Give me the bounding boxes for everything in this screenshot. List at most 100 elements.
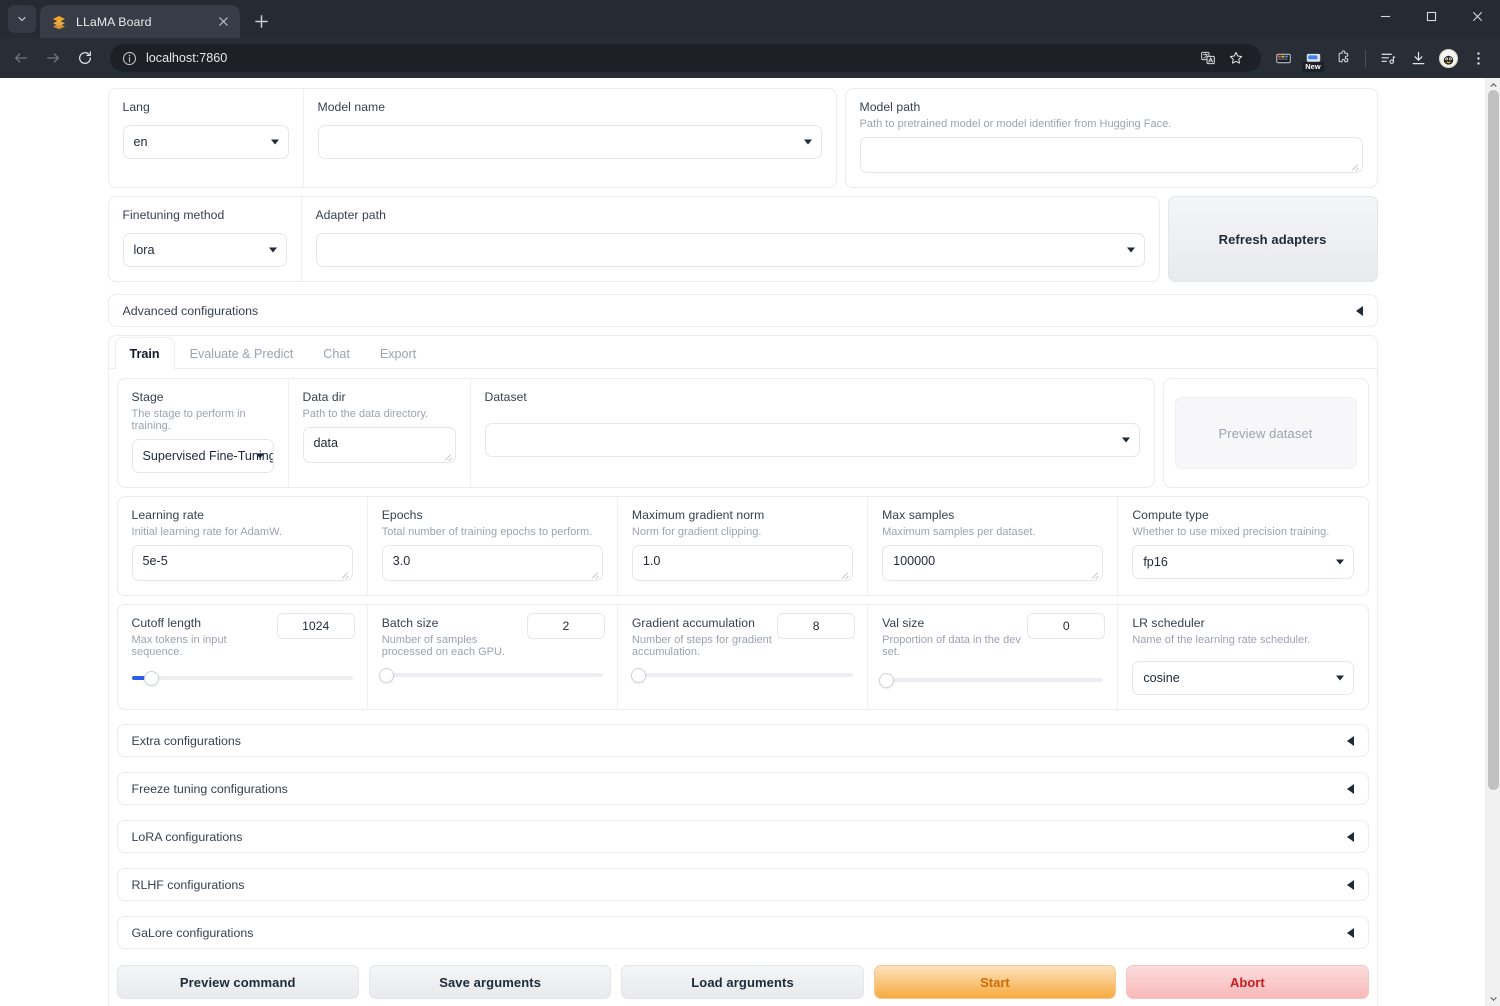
save-arguments-label: Save arguments: [439, 974, 542, 990]
lr-scheduler-cell: LR scheduler Name of the learning rate s…: [1117, 605, 1367, 709]
tab-train[interactable]: Train: [114, 337, 175, 369]
preview-dataset-button[interactable]: Preview dataset: [1174, 397, 1357, 469]
compute-type-dropdown[interactable]: fp16: [1132, 545, 1354, 579]
browser-toolbar: localhost:7860 New: [0, 38, 1500, 78]
stage-cell: Stage The stage to perform in training. …: [118, 379, 288, 487]
model-path-cell: Model path Path to pretrained model or m…: [846, 89, 1377, 187]
reload-button[interactable]: [70, 43, 100, 73]
chevron-down-icon: [1126, 247, 1135, 253]
model-path-card: Model path Path to pretrained model or m…: [844, 88, 1378, 188]
extensions-puzzle-icon[interactable]: [1329, 44, 1357, 72]
data-dir-input[interactable]: data: [302, 427, 456, 463]
lr-scheduler-dropdown[interactable]: cosine: [1132, 661, 1354, 695]
lr-scheduler-label: LR scheduler: [1132, 616, 1205, 630]
model-path-input[interactable]: [859, 137, 1363, 173]
resize-grip-icon: [340, 569, 350, 579]
batch-size-number[interactable]: 2: [526, 613, 605, 639]
resize-grip-icon: [590, 569, 600, 579]
slider-track: [631, 673, 854, 677]
browser-tab[interactable]: LLaMA Board: [40, 5, 240, 38]
resize-grip-icon: [1090, 569, 1100, 579]
profile-avatar[interactable]: [1434, 44, 1462, 72]
max-samples-cell: Max samples Maximum samples per dataset.…: [867, 497, 1117, 595]
close-icon: [218, 17, 228, 26]
tab-evaluate-predict[interactable]: Evaluate & Predict: [175, 337, 309, 369]
data-dir-hint: Path to the data directory.: [302, 408, 429, 420]
slider-thumb[interactable]: [378, 667, 394, 683]
galore-configurations-label: GaLore configurations: [131, 925, 254, 940]
max-grad-norm-label: Maximum gradient norm: [631, 508, 765, 522]
star-icon[interactable]: [1223, 45, 1249, 71]
val-size-slider[interactable]: [879, 670, 1104, 690]
tab-search-button[interactable]: [8, 5, 36, 33]
slider-thumb[interactable]: [631, 667, 647, 683]
scrollbar-thumb[interactable]: [1488, 90, 1499, 790]
address-bar[interactable]: localhost:7860: [110, 44, 1261, 72]
dataset-config-card: Stage The stage to perform in training. …: [116, 378, 1155, 488]
gradient-accumulation-slider[interactable]: [631, 665, 854, 685]
back-button[interactable]: [6, 43, 36, 73]
three-dot-menu-icon[interactable]: [1464, 44, 1492, 72]
preview-command-button[interactable]: Preview command: [116, 965, 359, 999]
lora-configurations-label: LoRA configurations: [131, 829, 243, 844]
val-size-number[interactable]: 0: [1027, 613, 1106, 639]
translate-icon[interactable]: [1195, 45, 1221, 71]
learning-rate-input[interactable]: 5e-5: [131, 545, 353, 581]
save-arguments-button[interactable]: Save arguments: [368, 965, 612, 999]
stage-dropdown[interactable]: Supervised Fine-Tuning: [131, 439, 274, 473]
triangle-left-icon: [1346, 783, 1354, 794]
cutoff-length-number[interactable]: 1024: [276, 613, 355, 639]
refresh-adapters-button[interactable]: Refresh adapters: [1167, 196, 1378, 282]
epochs-label: Epochs: [381, 508, 423, 522]
adapter-path-cell: Adapter path: [300, 197, 1159, 281]
rlhf-configurations-accordion[interactable]: RLHF configurations: [116, 868, 1369, 901]
dataset-dropdown[interactable]: [484, 423, 1140, 457]
forward-button[interactable]: [38, 43, 68, 73]
download-icon[interactable]: [1404, 44, 1432, 72]
batch-size-slider[interactable]: [378, 665, 603, 685]
triangle-left-icon: [1346, 831, 1354, 842]
abort-button[interactable]: Abort: [1126, 965, 1369, 999]
close-window-button[interactable]: [1454, 0, 1500, 32]
stage-hint: The stage to perform in training.: [131, 408, 246, 432]
minimize-window-button[interactable]: [1362, 0, 1408, 32]
lr-scheduler-value: cosine: [1143, 671, 1180, 685]
gradient-accumulation-number[interactable]: 8: [777, 613, 856, 639]
max-grad-norm-input[interactable]: 1.0: [631, 545, 854, 581]
wallet-icon[interactable]: [1269, 44, 1297, 72]
slider-track: [882, 678, 1104, 682]
scroll-down-button[interactable]: [1486, 991, 1500, 1006]
lang-dropdown[interactable]: en: [122, 125, 289, 159]
slider-thumb[interactable]: [144, 670, 160, 686]
slider-thumb[interactable]: [879, 672, 895, 688]
cutoff-length-slider[interactable]: [131, 668, 353, 688]
finetuning-method-dropdown[interactable]: lora: [122, 233, 287, 267]
close-tab-button[interactable]: [214, 13, 232, 31]
shopping-insights-icon[interactable]: New: [1299, 44, 1327, 72]
new-tab-button[interactable]: [247, 7, 275, 35]
tab-chat[interactable]: Chat: [308, 337, 365, 369]
max-samples-input[interactable]: 100000: [882, 545, 1104, 581]
lora-configurations-accordion[interactable]: LoRA configurations: [116, 820, 1369, 853]
load-arguments-button[interactable]: Load arguments: [621, 965, 864, 999]
advanced-configurations-label: Advanced configurations: [122, 303, 259, 318]
epochs-input[interactable]: 3.0: [381, 545, 603, 581]
maximize-window-button[interactable]: [1408, 0, 1454, 32]
max-grad-norm-cell: Maximum gradient norm Norm for gradient …: [616, 497, 867, 595]
compute-type-label: Compute type: [1132, 508, 1209, 522]
stage-label: Stage: [131, 390, 164, 404]
site-info-icon[interactable]: [122, 51, 137, 66]
model-name-dropdown[interactable]: [317, 125, 822, 159]
adapter-path-dropdown[interactable]: [315, 233, 1145, 267]
start-button[interactable]: Start: [873, 965, 1117, 999]
galore-configurations-accordion[interactable]: GaLore configurations: [116, 916, 1369, 949]
compute-type-hint: Whether to use mixed precision training.: [1132, 526, 1330, 538]
page-scrollbar[interactable]: [1485, 78, 1500, 1006]
media-control-icon[interactable]: [1374, 44, 1402, 72]
lang-value: en: [133, 135, 148, 149]
tab-export[interactable]: Export: [365, 337, 431, 369]
preview-dataset-card: Preview dataset: [1162, 378, 1369, 488]
advanced-configurations-accordion[interactable]: Advanced configurations: [107, 294, 1378, 327]
extra-configurations-accordion[interactable]: Extra configurations: [116, 724, 1369, 757]
freeze-tuning-configurations-accordion[interactable]: Freeze tuning configurations: [116, 772, 1369, 805]
